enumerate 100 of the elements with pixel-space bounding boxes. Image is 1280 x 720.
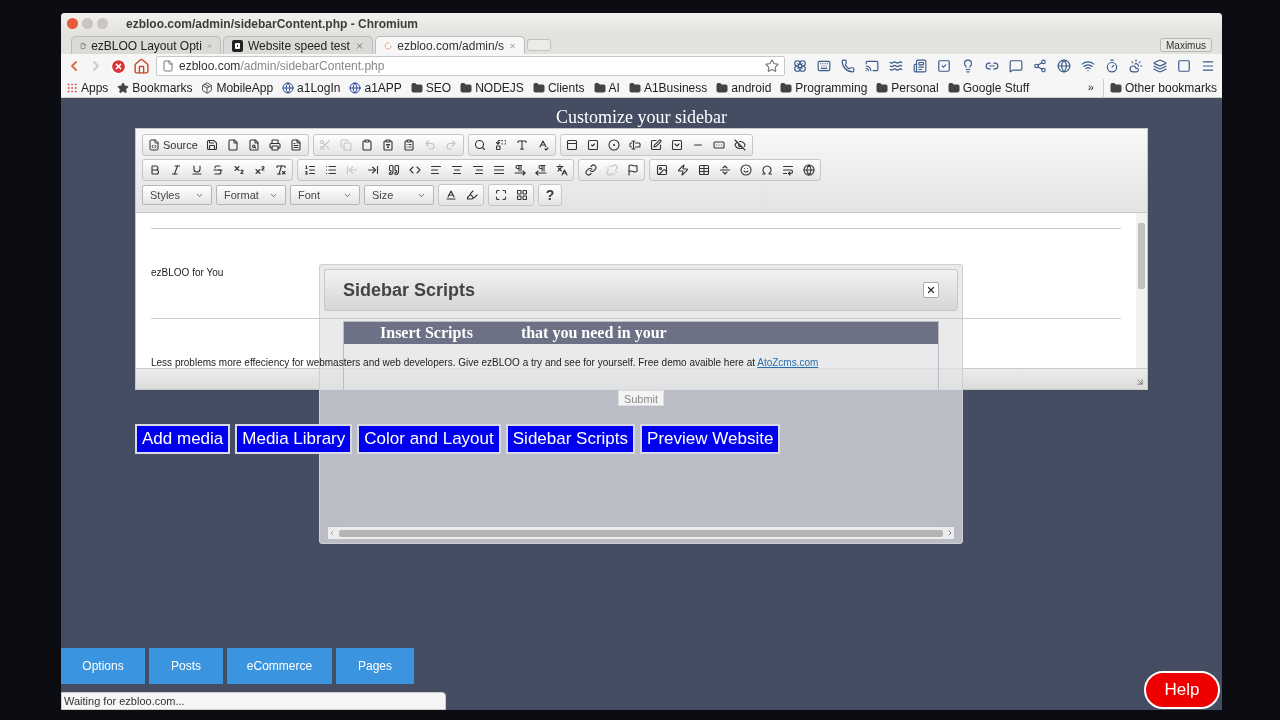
globe-icon <box>349 81 362 94</box>
lightning-icon <box>676 164 689 176</box>
spellcheck-icon <box>537 139 550 151</box>
bookmark-item[interactable]: Apps <box>66 78 109 97</box>
other-bookmarks[interactable]: Other bookmarks <box>1102 78 1217 97</box>
content-title: ezBLOO for You <box>151 266 225 280</box>
dropdown-icon <box>671 139 684 151</box>
folder-icon <box>628 81 641 94</box>
bookmark-item[interactable]: A1Business <box>628 78 708 97</box>
bookmark-item[interactable]: a1LogIn <box>282 78 341 97</box>
format-dropdown[interactable]: Font <box>290 185 360 205</box>
cast-icon[interactable] <box>865 59 879 73</box>
browser-tab[interactable]: ezBLOO Layout Opti <box>71 36 221 54</box>
flag-icon <box>626 164 639 176</box>
menu-button[interactable]: Add media <box>135 424 231 454</box>
format-dropdown[interactable]: Format <box>216 185 286 205</box>
phone-icon[interactable] <box>841 59 855 73</box>
bookmark-item[interactable]: Programming <box>780 78 868 97</box>
timer-icon[interactable] <box>1105 59 1119 73</box>
window-title: ezbloo.com/admin/sidebarContent.php - Chromium <box>126 15 418 33</box>
menu-icon[interactable] <box>1201 59 1215 73</box>
horizontal-scrollbar[interactable] <box>328 527 954 539</box>
scrollbar[interactable] <box>1136 213 1147 368</box>
link-icon <box>584 164 597 176</box>
globe-icon <box>802 164 815 176</box>
replace-icon <box>495 139 508 151</box>
newspaper-icon[interactable] <box>913 59 927 73</box>
weather-icon[interactable] <box>1129 59 1143 73</box>
star-icon <box>117 81 130 94</box>
menu-button[interactable]: Media Library <box>235 424 353 454</box>
page-break-icon <box>781 164 794 176</box>
menu-button[interactable]: Sidebar Scripts <box>505 424 636 454</box>
bookmark-item[interactable]: MobileApp <box>201 78 274 97</box>
flower-icon[interactable] <box>793 59 807 73</box>
more-bookmarks-button[interactable]: » <box>1087 79 1094 96</box>
image-button-icon <box>713 139 726 151</box>
horizontal-rule-icon <box>718 164 731 176</box>
bookmark-item[interactable]: AI <box>593 78 620 97</box>
code-icon <box>408 164 421 176</box>
tab-title: ezBLOO Layout Opti <box>91 37 202 55</box>
menu-button[interactable]: Preview Website <box>640 424 781 454</box>
chat-icon[interactable] <box>1009 59 1023 73</box>
share-icon[interactable] <box>1033 59 1047 73</box>
menu-button[interactable]: Color and Layout <box>357 424 501 454</box>
image-icon <box>655 164 668 176</box>
resize-grip-icon[interactable] <box>1135 377 1145 387</box>
about-button[interactable]: ? <box>540 185 560 205</box>
keyboard-icon[interactable] <box>817 59 831 73</box>
globe-icon[interactable] <box>1057 59 1071 73</box>
table-icon <box>697 164 710 176</box>
numbered-list-icon <box>303 164 316 176</box>
bookmark-item[interactable]: Google Stuff <box>947 78 1030 97</box>
underline-icon <box>190 164 203 176</box>
bookmark-item[interactable]: Bookmarks <box>117 78 193 97</box>
bookmark-item[interactable]: android <box>716 78 772 97</box>
bookmark-item[interactable]: Clients <box>532 78 585 97</box>
wifi-icon[interactable] <box>1081 59 1095 73</box>
bookmark-star-icon[interactable] <box>765 59 779 73</box>
browser-tab[interactable]: ezbloo.com/admin/s <box>375 36 525 54</box>
page-heading: Customize your sidebar <box>556 106 727 128</box>
text-field-icon <box>629 139 642 151</box>
justify-icon <box>492 164 505 176</box>
waves-icon[interactable] <box>889 59 903 73</box>
home-icon[interactable] <box>133 57 150 75</box>
checkbox-icon[interactable] <box>937 59 951 73</box>
source-button[interactable]: Source <box>144 135 202 155</box>
lightbulb-icon[interactable] <box>961 59 975 73</box>
align-right-icon <box>471 164 484 176</box>
browser-tab[interactable]: Website speed test <box>223 36 373 54</box>
folder-icon <box>460 81 473 94</box>
bookmark-item[interactable]: SEO <box>410 78 452 97</box>
close-button[interactable] <box>923 282 939 298</box>
bookmark-item[interactable]: a1APP <box>349 78 402 97</box>
logo-icon <box>232 39 243 52</box>
clipboard-icon <box>361 139 374 151</box>
strikethrough-icon <box>211 164 224 176</box>
format-dropdown[interactable]: Size <box>364 185 434 205</box>
clipboard-icon <box>382 139 395 151</box>
package-icon <box>201 81 214 94</box>
demo-link[interactable]: AtoZcms.com <box>757 357 819 368</box>
layers-icon[interactable] <box>1153 59 1167 73</box>
folder-icon <box>593 81 606 94</box>
help-button[interactable]: Help <box>1144 671 1220 709</box>
link-icon[interactable] <box>985 59 999 73</box>
square-icon[interactable] <box>1177 59 1191 73</box>
tab-title: Website speed test <box>248 37 350 55</box>
subscript-icon <box>232 164 245 176</box>
address-field[interactable]: ezbloo.com/admin/sidebarContent.php <box>156 56 785 76</box>
folder-icon <box>947 81 960 94</box>
url-path: /admin/sidebarContent.php <box>240 58 385 75</box>
bookmark-item[interactable]: NODEJS <box>460 78 524 97</box>
text-area-icon <box>650 139 663 151</box>
scroll-right-icon[interactable] <box>946 529 954 537</box>
format-dropdown[interactable]: Styles <box>142 185 212 205</box>
profile-badge[interactable]: Maximus <box>1160 38 1212 52</box>
pilcrow-icon <box>534 164 547 176</box>
stop-icon[interactable] <box>110 57 127 75</box>
text-icon <box>516 139 529 151</box>
bookmark-item[interactable]: Personal <box>876 78 939 97</box>
superscript-icon <box>253 164 266 176</box>
